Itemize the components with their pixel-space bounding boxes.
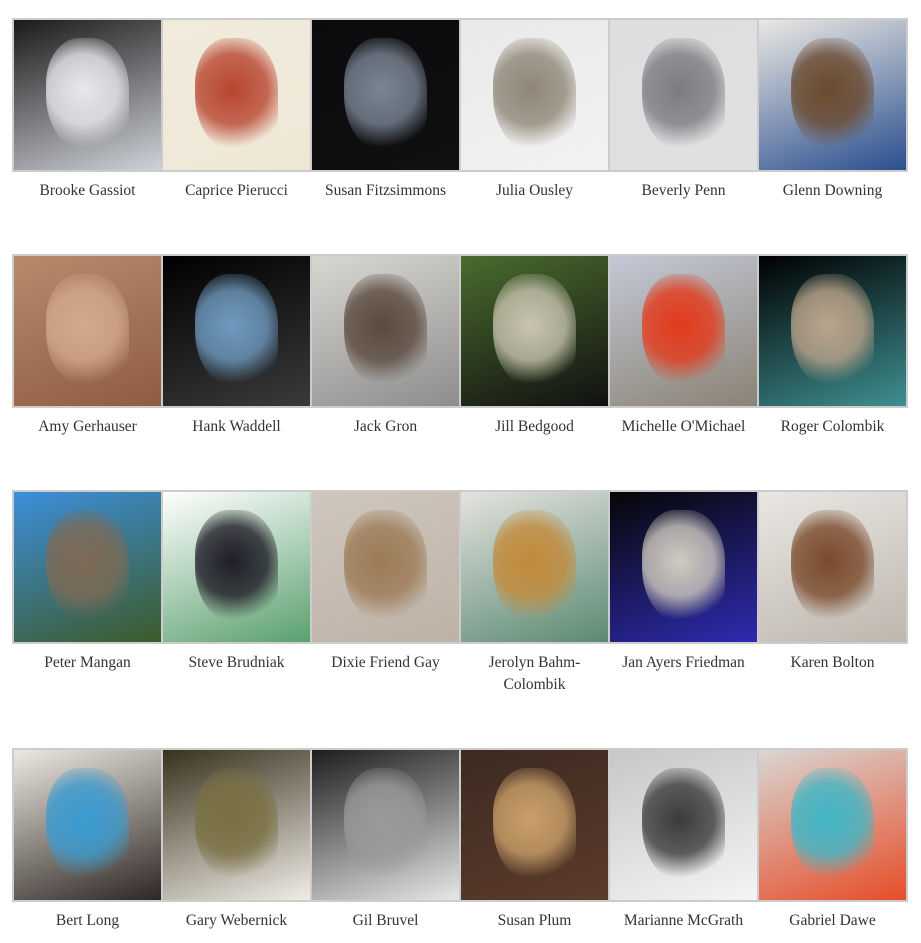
artist-name-link[interactable]: Jerolyn Bahm-Colombik	[461, 652, 608, 696]
artwork-thumbnail[interactable]	[14, 20, 161, 170]
artwork-image	[344, 510, 427, 624]
artwork-thumbnail[interactable]	[759, 750, 906, 900]
artist-name-link[interactable]: Gil Bruvel	[312, 910, 459, 932]
artwork-image	[195, 510, 278, 624]
artwork-image	[642, 38, 725, 152]
thumbnail-strip	[12, 748, 908, 902]
artwork-thumbnail[interactable]	[312, 750, 459, 900]
artist-name-link[interactable]: Jack Gron	[312, 416, 459, 438]
artist-name-link[interactable]: Beverly Penn	[610, 180, 757, 202]
artwork-thumbnail[interactable]	[163, 256, 310, 406]
artwork-image	[791, 274, 874, 388]
thumbnail-strip	[12, 18, 908, 172]
artwork-thumbnail[interactable]	[759, 20, 906, 170]
artist-name-link[interactable]: Jan Ayers Friedman	[610, 652, 757, 696]
artwork-image	[791, 768, 874, 882]
artwork-image	[344, 38, 427, 152]
caption-row: Amy Gerhauser Hank Waddell Jack Gron Jill B…	[12, 416, 908, 438]
artwork-image	[195, 768, 278, 882]
artist-name-link[interactable]: Glenn Downing	[759, 180, 906, 202]
artwork-thumbnail[interactable]	[163, 492, 310, 642]
artwork-image	[195, 274, 278, 388]
artwork-image	[791, 510, 874, 624]
artwork-image	[46, 274, 129, 388]
artwork-thumbnail[interactable]	[163, 750, 310, 900]
caption-row: Peter Mangan Steve Brudniak Dixie Friend G…	[12, 652, 908, 696]
artwork-thumbnail[interactable]	[759, 256, 906, 406]
artist-name-link[interactable]: Julia Ousley	[461, 180, 608, 202]
artwork-thumbnail[interactable]	[461, 20, 608, 170]
artist-name-link[interactable]: Marianne McGrath	[610, 910, 757, 932]
artwork-image	[46, 38, 129, 152]
artwork-thumbnail[interactable]	[14, 750, 161, 900]
artist-name-link[interactable]: Steve Brudniak	[163, 652, 310, 696]
artwork-image	[493, 274, 576, 388]
caption-row: Bert Long Gary Webernick Gil Bruvel Susan P…	[12, 910, 908, 932]
thumbnail-strip	[12, 254, 908, 408]
artist-name-link[interactable]: Gabriel Dawe	[759, 910, 906, 932]
caption-row: Brooke Gassiot Caprice Pierucci Susan Fitz…	[12, 180, 908, 202]
thumbnail-strip	[12, 490, 908, 644]
artist-name-link[interactable]: Michelle O'Michael	[610, 416, 757, 438]
artwork-image	[195, 38, 278, 152]
artist-name-link[interactable]: Gary Webernick	[163, 910, 310, 932]
artist-name-link[interactable]: Dixie Friend Gay	[312, 652, 459, 696]
gallery-row: Peter Mangan Steve Brudniak Dixie Friend G…	[12, 490, 908, 696]
artwork-image	[46, 768, 129, 882]
artwork-thumbnail[interactable]	[610, 256, 757, 406]
artwork-image	[642, 274, 725, 388]
artist-name-link[interactable]: Caprice Pierucci	[163, 180, 310, 202]
artwork-image	[46, 510, 129, 624]
artwork-image	[642, 768, 725, 882]
gallery-row: Amy Gerhauser Hank Waddell Jack Gron Jill B…	[12, 254, 908, 438]
artwork-image	[344, 768, 427, 882]
artwork-thumbnail[interactable]	[461, 750, 608, 900]
artwork-image	[493, 768, 576, 882]
artwork-thumbnail[interactable]	[312, 20, 459, 170]
artwork-thumbnail[interactable]	[14, 256, 161, 406]
artwork-thumbnail[interactable]	[312, 256, 459, 406]
artwork-image	[791, 38, 874, 152]
artwork-thumbnail[interactable]	[14, 492, 161, 642]
artist-name-link[interactable]: Roger Colombik	[759, 416, 906, 438]
artist-name-link[interactable]: Jill Bedgood	[461, 416, 608, 438]
artwork-image	[493, 510, 576, 624]
artwork-thumbnail[interactable]	[610, 492, 757, 642]
artist-name-link[interactable]: Karen Bolton	[759, 652, 906, 696]
gallery-row: Brooke Gassiot Caprice Pierucci Susan Fitz…	[12, 18, 908, 202]
artwork-thumbnail[interactable]	[610, 750, 757, 900]
artwork-image	[642, 510, 725, 624]
artwork-image	[493, 38, 576, 152]
artist-name-link[interactable]: Susan Plum	[461, 910, 608, 932]
artist-name-link[interactable]: Amy Gerhauser	[14, 416, 161, 438]
artwork-thumbnail[interactable]	[461, 256, 608, 406]
artwork-thumbnail[interactable]	[610, 20, 757, 170]
artist-name-link[interactable]: Susan Fitzsimmons	[312, 180, 459, 202]
artwork-thumbnail[interactable]	[759, 492, 906, 642]
artist-name-link[interactable]: Hank Waddell	[163, 416, 310, 438]
artist-name-link[interactable]: Bert Long	[14, 910, 161, 932]
artwork-thumbnail[interactable]	[163, 20, 310, 170]
artwork-thumbnail[interactable]	[461, 492, 608, 642]
artist-name-link[interactable]: Peter Mangan	[14, 652, 161, 696]
artwork-image	[344, 274, 427, 388]
artwork-thumbnail[interactable]	[312, 492, 459, 642]
artist-name-link[interactable]: Brooke Gassiot	[14, 180, 161, 202]
gallery-row: Bert Long Gary Webernick Gil Bruvel Susan P…	[12, 748, 908, 932]
